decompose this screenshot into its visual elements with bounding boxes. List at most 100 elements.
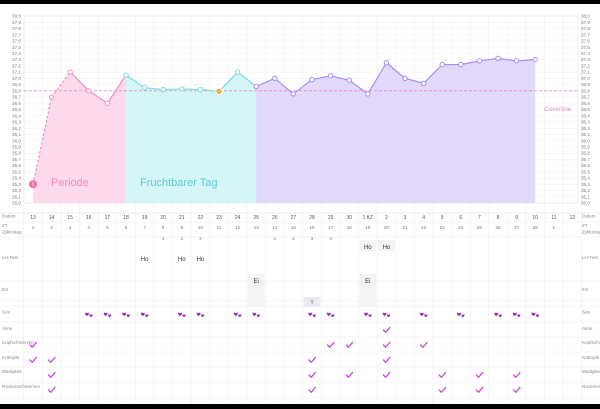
temperature-point[interactable] [86,88,92,94]
check-icon[interactable] [419,341,428,348]
check-icon[interactable] [475,386,484,393]
heart-icon[interactable] [308,312,313,317]
temperature-point[interactable] [141,84,148,91]
date-cell[interactable]: 27 [291,215,297,221]
check-icon[interactable] [382,326,391,333]
date-cell[interactable]: 6 [459,215,462,221]
date-cell[interactable]: 15 [67,215,73,221]
temperature-point[interactable] [532,56,538,63]
heart-icon[interactable] [196,312,201,317]
date-cell[interactable]: 18 [123,215,129,221]
check-icon[interactable] [47,386,56,393]
date-cell[interactable]: 25 [253,215,259,221]
temperature-point[interactable] [234,69,241,75]
heart-icon[interactable] [382,312,387,317]
temperature-point[interactable] [123,72,129,78]
heart-icon[interactable] [494,312,499,317]
heart-icon[interactable] [103,312,108,317]
temperature-chart[interactable]: 38,037,937,837,737,637,537,437,337,237,1… [0,4,600,404]
heart-icon[interactable] [140,312,145,317]
date-cell[interactable]: 28 [309,215,315,221]
date-cell[interactable]: 20 [160,215,166,221]
temperature-point[interactable] [197,86,204,93]
heart-icon[interactable] [512,312,517,317]
heart-icon[interactable] [517,314,521,318]
date-cell[interactable]: 9 [515,215,518,221]
check-icon[interactable] [47,356,56,363]
date-cell[interactable]: 21 [179,215,185,221]
check-icon[interactable] [382,371,391,378]
temperature-point[interactable] [402,75,408,82]
temperature-point[interactable] [104,100,111,106]
temperature-point[interactable] [458,61,464,68]
lh-test-cell[interactable]: Ho [364,245,372,251]
heart-icon[interactable] [457,312,461,317]
heart-icon[interactable] [312,314,316,318]
heart-icon[interactable] [256,314,261,318]
temperature-point[interactable] [383,60,390,66]
date-cell[interactable]: 13 [30,215,36,221]
temperature-point[interactable] [67,69,73,75]
date-cell[interactable]: 22 [198,215,204,221]
check-icon[interactable] [47,371,56,378]
temperature-point[interactable] [327,73,334,79]
heart-icon[interactable] [535,314,540,318]
date-cell[interactable]: 8 [497,215,500,221]
date-cell[interactable]: 26 [272,215,278,221]
temperature-point[interactable] [495,55,501,62]
date-cell[interactable]: 16 [86,215,92,221]
check-icon[interactable] [308,371,317,378]
check-icon[interactable] [475,371,484,378]
heart-icon[interactable] [126,314,130,318]
check-icon[interactable] [438,371,447,378]
heart-icon[interactable] [424,314,428,318]
heart-icon[interactable] [368,314,372,318]
temperature-point[interactable] [160,86,166,93]
date-cell[interactable]: 30 [346,215,352,221]
heart-icon[interactable] [419,312,424,317]
date-cell[interactable]: 11 [551,215,556,221]
date-cell[interactable]: 24 [235,215,241,221]
heart-icon[interactable] [498,314,502,318]
check-icon[interactable] [345,371,354,378]
heart-icon[interactable] [107,314,112,318]
heart-icon[interactable] [364,312,368,317]
check-icon[interactable] [326,341,335,348]
heart-icon[interactable] [238,314,242,318]
ovulation-point[interactable] [215,87,223,96]
heart-icon[interactable] [531,312,536,317]
lh-test-cell[interactable]: Ho [383,245,391,251]
temperature-point[interactable] [420,80,427,87]
temperature-point[interactable] [253,83,259,90]
heart-icon[interactable] [461,314,465,318]
lh-test-cell[interactable]: Ho [178,257,186,263]
date-cell[interactable]: 17 [105,215,111,221]
heart-icon[interactable] [89,314,93,318]
date-cell[interactable]: 1 KZ [363,215,374,221]
temperature-point[interactable] [346,77,352,83]
heart-icon[interactable] [233,312,238,317]
date-cell[interactable]: 2 [385,215,388,221]
temperature-point[interactable] [513,58,520,64]
check-icon[interactable] [512,371,521,378]
date-cell[interactable]: 29 [328,215,334,221]
lh-test-cell[interactable]: Ho [141,257,149,263]
heart-icon[interactable] [386,314,391,318]
heart-icon[interactable] [326,312,331,317]
heart-icon[interactable] [200,314,205,318]
date-cell[interactable]: 12 [570,215,576,221]
heart-icon[interactable] [252,312,257,317]
temperature-point[interactable] [309,76,315,83]
check-icon[interactable] [345,341,354,348]
heart-icon[interactable] [182,314,186,318]
egg-cell[interactable]: Ei [365,279,370,285]
temperature-point[interactable] [365,91,371,97]
heart-icon[interactable] [178,312,182,317]
date-cell[interactable]: 5 [441,215,444,221]
temperature-point[interactable] [179,86,185,92]
date-cell[interactable]: 3 [404,215,407,221]
date-cell[interactable]: 23 [216,215,222,221]
date-cell[interactable]: 4 [422,215,425,221]
date-cell[interactable]: 10 [532,215,538,221]
temperature-point[interactable] [439,61,445,68]
